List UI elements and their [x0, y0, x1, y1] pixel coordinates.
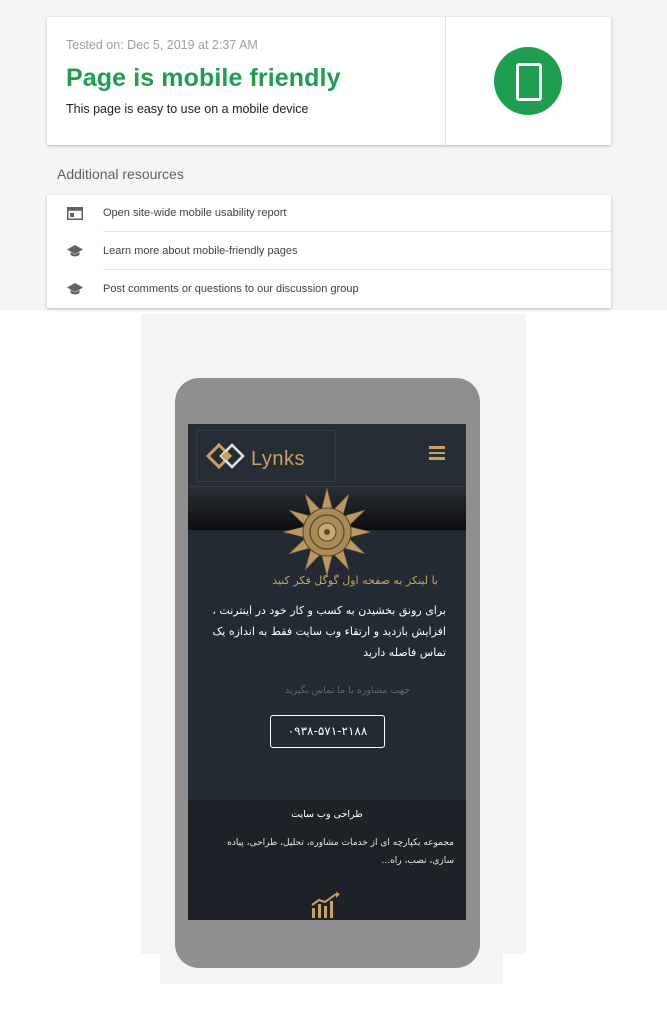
report-icon [67, 207, 83, 220]
service-description: مجموعه یکپارچه ای از خدمات مشاوره، تحلیل… [227, 838, 454, 866]
logo-mark-icon [205, 442, 245, 470]
logo-text: Lynks [251, 448, 306, 470]
service-section: طراحی وب سایت مجموعه یکپارچه ای از خدمات… [188, 800, 466, 920]
result-divider [445, 17, 446, 145]
result-summary: Tested on: Dec 5, 2019 at 2:37 AM Page i… [47, 17, 445, 145]
divider [103, 231, 611, 232]
additional-resources-heading: Additional resources [57, 166, 184, 182]
hamburger-menu-icon[interactable] [429, 446, 445, 460]
resource-link-learn-more[interactable]: Learn more about mobile-friendly pages [47, 233, 611, 270]
mobile-screenshot: Lynks با لینکز به صفحه اول گوگل فکر کنید… [188, 424, 466, 920]
intro-text: برای رونق بخشیدن به کسب و کار خود در این… [212, 604, 446, 659]
school-icon [67, 283, 83, 295]
resource-link-usability-report[interactable]: Open site-wide mobile usability report [47, 195, 611, 232]
tagline: با لینکز به صفحه اول گوگل فکر کنید [272, 574, 438, 587]
additional-resources-list: Open site-wide mobile usability report L… [47, 195, 611, 308]
site-header: Lynks [188, 424, 466, 487]
resource-label: Post comments or questions to our discus… [103, 283, 359, 295]
result-title: Page is mobile friendly [66, 64, 341, 92]
resource-label: Learn more about mobile-friendly pages [103, 245, 298, 257]
divider [103, 269, 611, 270]
school-icon [67, 245, 83, 257]
resource-label: Open site-wide mobile usability report [103, 207, 287, 219]
phone-number-button[interactable]: ۰۹۳۸-۵۷۱-۲۱۸۸ [270, 715, 385, 748]
smartphone-icon [494, 47, 562, 115]
tested-on-timestamp: Tested on: Dec 5, 2019 at 2:37 AM [66, 38, 258, 52]
site-logo[interactable]: Lynks [196, 430, 336, 482]
mobile-friendly-result-card: Tested on: Dec 5, 2019 at 2:37 AM Page i… [47, 17, 611, 145]
result-description: This page is easy to use on a mobile dev… [66, 102, 309, 116]
service-title: طراحی وب سایت [291, 809, 363, 820]
contact-hint: جهت مشاوره با ما تماس بگیرید [284, 685, 410, 696]
mandala-icon [282, 487, 372, 577]
resource-link-discussion-group[interactable]: Post comments or questions to our discus… [47, 271, 611, 308]
growth-chart-icon [311, 892, 340, 918]
